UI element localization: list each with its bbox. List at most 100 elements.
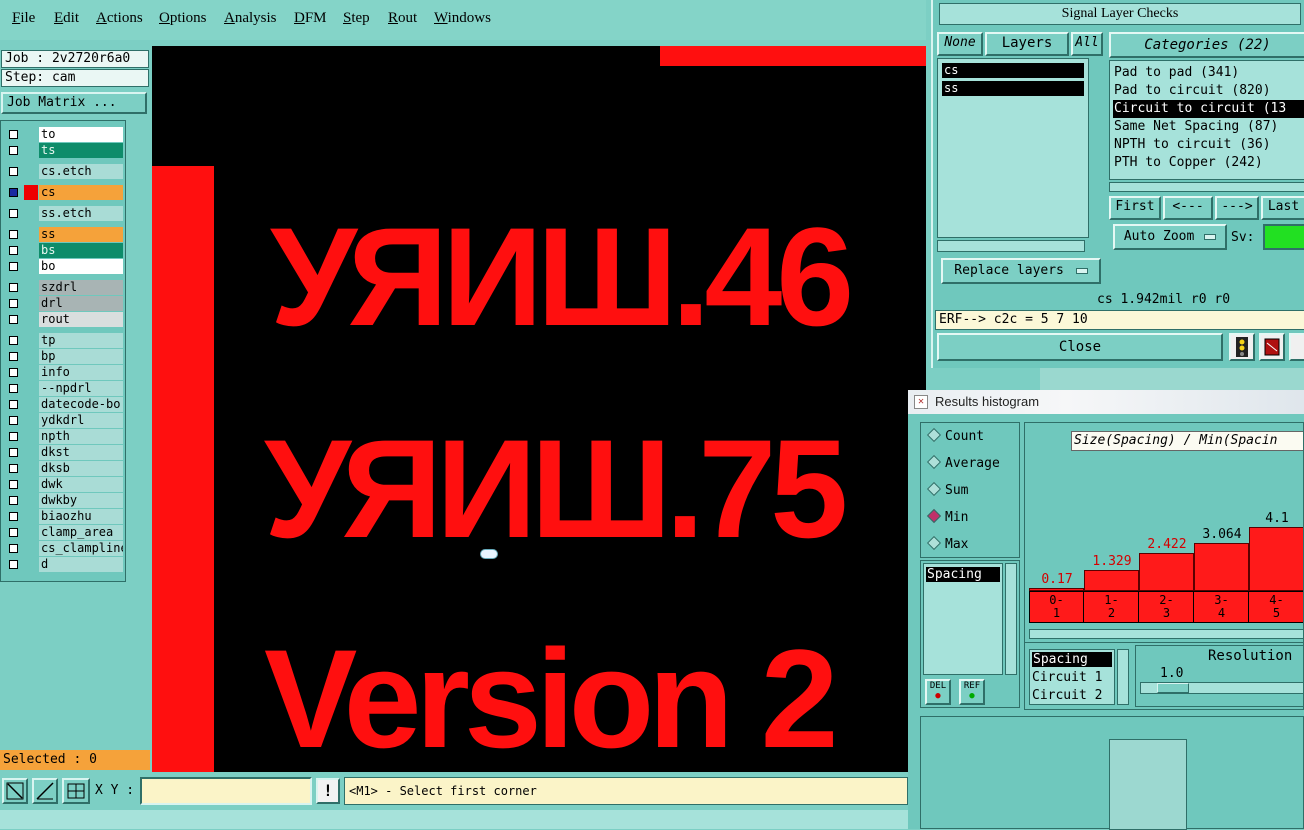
layer-row-ydkdrl[interactable]: ydkdrl: [5, 413, 123, 428]
measure-icon[interactable]: [32, 778, 58, 804]
next-button[interactable]: --->: [1215, 196, 1259, 220]
categories-list[interactable]: Pad to pad (341) Pad to circuit (820) Ci…: [1109, 60, 1304, 180]
layer-checkbox[interactable]: [9, 416, 18, 425]
layer-row-cs[interactable]: cs: [5, 185, 123, 200]
zoom-fit-icon[interactable]: [2, 778, 28, 804]
category-item-selected[interactable]: Circuit to circuit (13: [1113, 100, 1304, 118]
attribute-selector-list[interactable]: Spacing Circuit 1 Circuit 2: [1029, 649, 1115, 705]
menu-windows[interactable]: Windows: [434, 10, 491, 27]
layer-row-drl[interactable]: drl: [5, 296, 123, 311]
category-item[interactable]: Pad to circuit (820): [1113, 82, 1271, 100]
layer-row-info[interactable]: info: [5, 365, 123, 380]
menu-dfm[interactable]: DFM: [294, 10, 327, 27]
layer-checkbox[interactable]: [9, 130, 18, 139]
menu-analysis[interactable]: Analysis: [224, 10, 277, 27]
layer-row-dwkby[interactable]: dwkby: [5, 493, 123, 508]
graphics-canvas[interactable]: УЯИШ.46 УЯИШ.75 Version 2: [152, 46, 926, 772]
report-icon[interactable]: [1259, 333, 1285, 361]
slider-thumb[interactable]: [1157, 683, 1189, 693]
layer-checkbox[interactable]: [9, 464, 18, 473]
close-button[interactable]: Close: [937, 333, 1223, 361]
layer-row-bo[interactable]: bo: [5, 259, 123, 274]
last-button[interactable]: Last: [1261, 196, 1304, 220]
menu-step[interactable]: Step: [343, 10, 370, 27]
attribute-vscroll[interactable]: [1005, 563, 1017, 675]
menu-options[interactable]: Options: [159, 10, 207, 27]
layer-checkbox[interactable]: [9, 315, 18, 324]
layer-checkbox[interactable]: [9, 528, 18, 537]
category-item[interactable]: Pad to pad (341): [1113, 64, 1239, 82]
layer-row-bp[interactable]: bp: [5, 349, 123, 364]
job-matrix-button[interactable]: Job Matrix ...: [1, 92, 147, 114]
mode-min[interactable]: Min: [925, 508, 968, 525]
signal-layer-cs[interactable]: cs: [942, 63, 1084, 78]
selector-item[interactable]: Circuit 1: [1032, 670, 1102, 685]
layer-checkbox[interactable]: [9, 448, 18, 457]
layers-button[interactable]: Layers: [985, 32, 1069, 56]
layer-row-bs[interactable]: bs: [5, 243, 123, 258]
menu-rout[interactable]: Rout: [388, 10, 417, 27]
mode-average[interactable]: Average: [925, 454, 1000, 471]
histogram-bar[interactable]: [1194, 543, 1249, 591]
layer-checkbox[interactable]: [9, 480, 18, 489]
layer-list-hscroll[interactable]: [937, 240, 1085, 252]
layer-row-ss[interactable]: ss: [5, 227, 123, 242]
prev-button[interactable]: <---: [1163, 196, 1213, 220]
layer-row-ts[interactable]: ts: [5, 143, 123, 158]
layer-row-npdrl[interactable]: --npdrl: [5, 381, 123, 396]
categories-hscroll[interactable]: [1109, 182, 1304, 192]
all-button[interactable]: All: [1071, 32, 1103, 56]
layer-checkbox[interactable]: [9, 283, 18, 292]
category-item[interactable]: PTH to Copper (242): [1113, 154, 1263, 172]
categories-header[interactable]: Categories (22): [1109, 32, 1304, 58]
mode-count[interactable]: Count: [925, 427, 984, 444]
attribute-item-selected[interactable]: Spacing: [926, 567, 1000, 582]
layer-row-to[interactable]: to: [5, 127, 123, 142]
layer-checkbox[interactable]: [9, 544, 18, 553]
traffic-light-icon[interactable]: [1229, 333, 1255, 361]
histogram-bar[interactable]: [1084, 570, 1139, 591]
category-item[interactable]: NPTH to circuit (36): [1113, 136, 1271, 154]
ref-button[interactable]: REF ●: [959, 679, 985, 705]
layer-row-dksb[interactable]: dksb: [5, 461, 123, 476]
layer-row-rout[interactable]: rout: [5, 312, 123, 327]
alert-icon[interactable]: !: [316, 778, 340, 804]
layer-checkbox[interactable]: [9, 336, 18, 345]
selector-item-selected[interactable]: Spacing: [1032, 652, 1112, 667]
mode-max[interactable]: Max: [925, 535, 968, 552]
layer-checkbox[interactable]: [9, 230, 18, 239]
layer-row-cs-clampline[interactable]: cs_clampline: [5, 541, 123, 556]
plot-hscroll[interactable]: [1029, 629, 1303, 639]
category-item[interactable]: Same Net Spacing (87): [1113, 118, 1278, 136]
layer-row-szdrl[interactable]: szdrl: [5, 280, 123, 295]
replace-layers-button[interactable]: Replace layers: [941, 258, 1101, 284]
resolution-slider[interactable]: [1140, 682, 1304, 694]
layer-row-tp[interactable]: tp: [5, 333, 123, 348]
layer-checkbox[interactable]: [9, 384, 18, 393]
selector-vscroll[interactable]: [1117, 649, 1129, 705]
layer-row-cs-etch[interactable]: cs.etch: [5, 164, 123, 179]
layer-row-dkst[interactable]: dkst: [5, 445, 123, 460]
mode-sum[interactable]: Sum: [925, 481, 968, 498]
layer-checkbox[interactable]: [9, 400, 18, 409]
menu-file[interactable]: File: [12, 10, 35, 27]
none-button[interactable]: None: [937, 32, 983, 56]
menu-actions[interactable]: Actions: [96, 10, 143, 27]
layer-checkbox[interactable]: [9, 262, 18, 271]
layer-row-datecode-bo[interactable]: datecode-bo: [5, 397, 123, 412]
first-button[interactable]: First: [1109, 196, 1161, 220]
extra-icon[interactable]: [1289, 333, 1304, 361]
menu-edit[interactable]: Edit: [54, 10, 79, 27]
histogram-bar[interactable]: [1139, 553, 1194, 591]
selector-item[interactable]: Circuit 2: [1032, 688, 1102, 703]
layer-checkbox[interactable]: [9, 496, 18, 505]
layer-checkbox[interactable]: [9, 512, 18, 521]
attribute-list[interactable]: Spacing: [923, 563, 1003, 675]
xy-input[interactable]: [140, 777, 312, 805]
layer-checkbox[interactable]: [9, 146, 18, 155]
layer-checkbox[interactable]: [9, 432, 18, 441]
histogram-bar[interactable]: [1249, 527, 1303, 591]
layer-checkbox[interactable]: [9, 167, 18, 176]
layer-row-npth[interactable]: npth: [5, 429, 123, 444]
layer-checkbox[interactable]: [9, 188, 18, 197]
